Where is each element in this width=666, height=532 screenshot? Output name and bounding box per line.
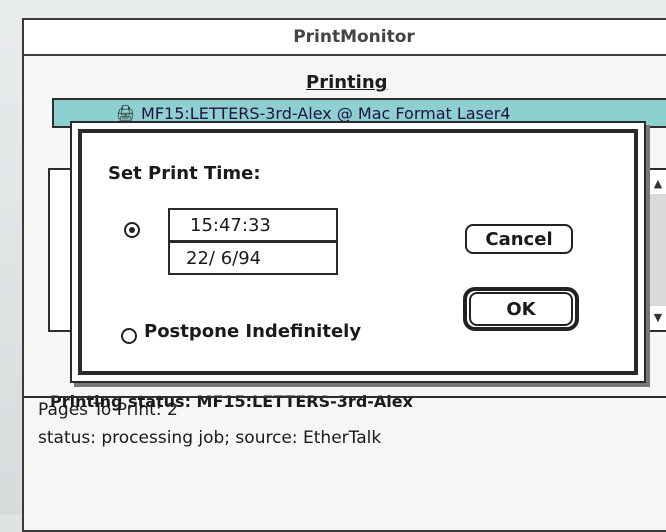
set-print-time-dialog: Set Print Time: 15:47:33 22/ 6/94 Postpo… [70, 121, 646, 383]
cancel-button[interactable]: Cancel [465, 224, 573, 254]
scroll-down-arrow-icon[interactable]: ▼ [648, 308, 666, 326]
pages-to-print-text: Pages To Print: 2 [38, 400, 178, 420]
job-status-text: status: processing job; source: EtherTal… [38, 428, 382, 448]
dialog-frame: Set Print Time: 15:47:33 22/ 6/94 Postpo… [78, 129, 638, 375]
window-title: PrintMonitor [285, 27, 423, 47]
ok-button[interactable]: OK [463, 287, 579, 331]
current-job-label: MF15:LETTERS-3rd-Alex @ Mac Format Laser… [141, 103, 511, 123]
print-time-field[interactable]: 15:47:33 [168, 208, 338, 242]
ok-button-label: OK [469, 292, 573, 326]
set-print-time-heading: Set Print Time: [108, 163, 261, 184]
printer-icon: 🖨 [116, 104, 136, 122]
postpone-radio[interactable] [121, 328, 137, 344]
printing-heading: Printing [306, 72, 388, 93]
postpone-indefinitely-label[interactable]: Postpone Indefinitely [144, 321, 361, 342]
print-date-field[interactable]: 22/ 6/94 [168, 241, 338, 275]
set-time-radio[interactable] [124, 222, 140, 238]
scroll-up-arrow-icon[interactable]: ▲ [648, 174, 666, 192]
status-divider [24, 396, 666, 398]
window-titlebar[interactable]: PrintMonitor [24, 20, 666, 56]
queue-scrollbar[interactable]: ▲ ▼ [646, 168, 666, 332]
scroll-track[interactable] [650, 194, 666, 306]
